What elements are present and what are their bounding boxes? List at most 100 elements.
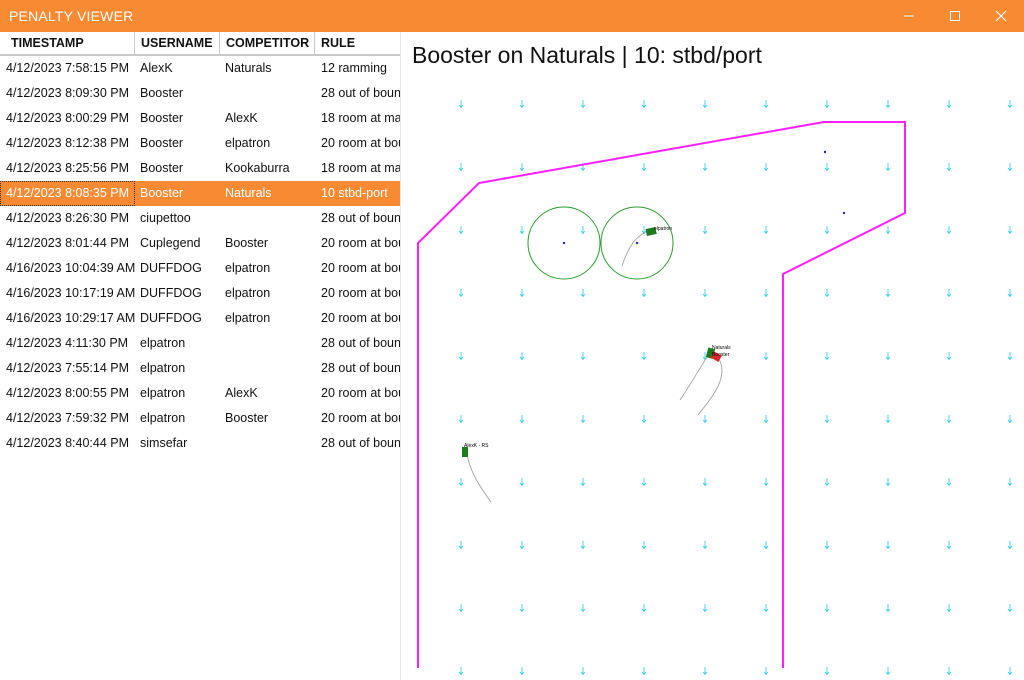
wind-arrow-icon (946, 352, 952, 361)
boat-elpatron[interactable]: elpatron (645, 226, 672, 236)
column-header-competitor[interactable]: COMPETITOR (220, 32, 315, 54)
wind-arrow-icon (946, 667, 952, 676)
table-row[interactable]: 4/12/2023 8:25:56 PM Booster Kookaburra 18 … (0, 156, 400, 181)
wind-arrow-icon (763, 478, 769, 487)
cell-rule: 28 out of boun (321, 436, 400, 450)
cell-competitor: AlexK (225, 111, 258, 125)
cell-competitor: elpatron (225, 136, 271, 150)
wind-arrow-icon (763, 289, 769, 298)
table-row[interactable]: 4/12/2023 8:00:29 PM Booster AlexK 18 room … (0, 106, 400, 131)
cell-rule: 10 stbd-port (321, 186, 388, 200)
cell-username: elpatron (140, 336, 186, 350)
minimize-icon (904, 15, 914, 17)
wind-arrow-icon (458, 667, 464, 676)
svg-text:elpatron: elpatron (654, 226, 672, 232)
table-row[interactable]: 4/16/2023 10:17:19 AM DUFFDOG elpatron 20 r… (0, 281, 400, 306)
wind-arrow-icon (946, 604, 952, 613)
svg-text:Booster: Booster (712, 352, 730, 358)
cell-rule: 12 ramming (321, 61, 387, 75)
mark-dot (562, 241, 566, 245)
table-row[interactable]: 4/12/2023 8:40:44 PM simsefar 28 out of bo… (0, 431, 400, 456)
wind-arrow-icon (702, 226, 708, 235)
boat-alexk[interactable]: AlexK - RS (462, 443, 489, 457)
column-header-timestamp[interactable]: TIMESTAMP (0, 32, 135, 54)
maximize-button[interactable] (932, 0, 978, 32)
cell-timestamp: 4/12/2023 8:40:44 PM (6, 436, 130, 450)
table-row[interactable]: 4/12/2023 8:00:55 PM elpatron AlexK 20 room… (0, 381, 400, 406)
maximize-icon (950, 11, 960, 21)
cell-username: elpatron (140, 361, 186, 375)
cell-rule: 28 out of boun (321, 211, 400, 225)
cell-competitor: Booster (225, 236, 269, 250)
cell-rule: 20 room at bou (321, 286, 400, 300)
cell-username: DUFFDOG (140, 261, 202, 275)
cell-competitor: elpatron (225, 311, 271, 325)
wind-arrow-icon (641, 541, 647, 550)
cell-username: Booster (140, 186, 184, 200)
wind-arrow-icon (580, 226, 586, 235)
wind-arrow-icon (580, 541, 586, 550)
wind-arrow-icon (702, 541, 708, 550)
wind-arrow-icon (519, 667, 525, 676)
wind-arrow-icon (1007, 352, 1013, 361)
wind-arrow-icon (458, 100, 464, 109)
column-header-rule[interactable]: RULE (315, 32, 400, 54)
cell-competitor: Naturals (225, 186, 272, 200)
wind-arrow-icon (702, 667, 708, 676)
wind-arrow-icon (763, 100, 769, 109)
cell-timestamp: 4/12/2023 8:00:29 PM (6, 111, 130, 125)
course-boundary (417, 121, 906, 668)
cell-username: Booster (140, 86, 184, 100)
table-row[interactable]: 4/12/2023 7:55:14 PM elpatron 28 out of bo… (0, 356, 400, 381)
wind-arrow-icon (1007, 415, 1013, 424)
mark-dot (635, 241, 639, 245)
table-row[interactable]: 4/12/2023 8:09:30 PM Booster 28 out of bou… (0, 81, 400, 106)
table-row[interactable]: 4/16/2023 10:04:39 AM DUFFDOG elpatron 20 r… (0, 256, 400, 281)
table-row[interactable]: 4/12/2023 4:11:30 PM elpatron 28 out of bo… (0, 331, 400, 356)
cell-rule: 18 room at mai (321, 111, 400, 125)
track-alexk (466, 453, 492, 503)
cell-timestamp: 4/12/2023 8:12:38 PM (6, 136, 130, 150)
wind-arrow-icon (519, 604, 525, 613)
wind-arrow-icon (702, 100, 708, 109)
cell-username: DUFFDOG (140, 286, 202, 300)
wind-arrow-icon (458, 604, 464, 613)
cell-competitor: elpatron (225, 261, 271, 275)
table-row[interactable]: 4/12/2023 7:59:32 PM elpatron Booster 20 ro… (0, 406, 400, 431)
column-header-username[interactable]: USERNAME (135, 32, 220, 54)
close-icon (995, 10, 1007, 22)
course-map: elpatron Naturals Booster AlexK - RS (417, 100, 1013, 676)
table-row[interactable]: 4/12/2023 8:08:35 PM Booster Naturals 10 st… (0, 181, 400, 206)
cell-username: ciupettoo (140, 211, 191, 225)
cell-username: elpatron (140, 386, 186, 400)
cell-timestamp: 4/12/2023 8:00:55 PM (6, 386, 130, 400)
wind-arrow-icon (763, 226, 769, 235)
mark-dot (823, 150, 827, 154)
wind-arrow-icon (519, 415, 525, 424)
cell-rule: 28 out of boun (321, 336, 400, 350)
wind-arrow-icon (946, 541, 952, 550)
table-row[interactable]: 4/12/2023 8:26:30 PM ciupettoo 28 out of b… (0, 206, 400, 231)
cell-timestamp: 4/12/2023 8:09:30 PM (6, 86, 130, 100)
wind-arrow-icon (519, 100, 525, 109)
table-row[interactable]: 4/16/2023 10:29:17 AM DUFFDOG elpatron 20 r… (0, 306, 400, 331)
wind-arrow-icon (458, 415, 464, 424)
cell-rule: 20 room at bou (321, 386, 400, 400)
wind-arrow-icon (519, 163, 525, 172)
minimize-button[interactable] (886, 0, 932, 32)
wind-arrow-icon (946, 163, 952, 172)
wind-arrow-icon (458, 478, 464, 487)
wind-arrow-icon (824, 289, 830, 298)
table-row[interactable]: 4/12/2023 8:12:38 PM Booster elpatron 20 ro… (0, 131, 400, 156)
cell-username: Booster (140, 111, 184, 125)
table-row[interactable]: 4/12/2023 8:01:44 PM Cuplegend Booster 20 r… (0, 231, 400, 256)
close-button[interactable] (978, 0, 1024, 32)
wind-arrow-icon (763, 415, 769, 424)
wind-arrow-icon (763, 163, 769, 172)
cell-timestamp: 4/12/2023 7:55:14 PM (6, 361, 130, 375)
track-elpatron (621, 229, 651, 267)
table-row[interactable]: 4/12/2023 7:58:15 PM AlexK Naturals 12 ramm… (0, 56, 400, 81)
wind-arrow-icon (458, 352, 464, 361)
wind-arrow-icon (519, 226, 525, 235)
wind-arrow-icon (824, 352, 830, 361)
